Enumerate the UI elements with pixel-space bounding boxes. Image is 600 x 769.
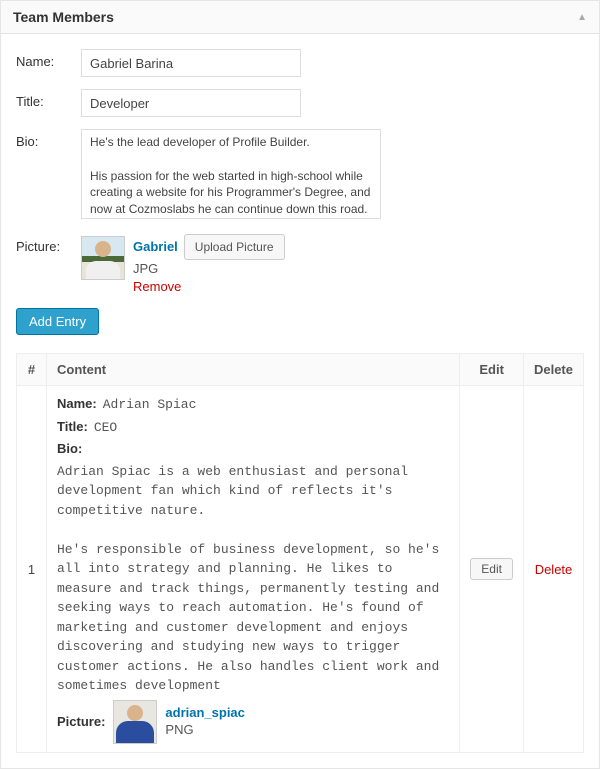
- entry-bio: Adrian Spiac is a web enthusiast and per…: [57, 462, 449, 696]
- delete-link[interactable]: Delete: [535, 562, 573, 577]
- col-content: Content: [47, 354, 460, 386]
- entry-name: Adrian Spiac: [103, 397, 197, 412]
- edit-button[interactable]: Edit: [470, 558, 513, 580]
- panel-title: Team Members: [13, 9, 114, 25]
- picture-filetype: JPG: [133, 260, 285, 278]
- remove-picture-link[interactable]: Remove: [133, 278, 285, 296]
- col-delete: Delete: [523, 354, 583, 386]
- picture-filename-link[interactable]: Gabriel: [133, 238, 178, 256]
- collapse-icon[interactable]: ▲: [577, 12, 587, 23]
- title-label: Title:: [16, 89, 81, 109]
- entry-name-label: Name:: [57, 396, 97, 411]
- add-entry-button[interactable]: Add Entry: [16, 308, 99, 335]
- name-label: Name:: [16, 49, 81, 69]
- entry-title: CEO: [94, 420, 117, 435]
- col-edit: Edit: [460, 354, 524, 386]
- entry-picture-filename-link[interactable]: adrian_spiac: [165, 705, 245, 722]
- entry-picture-label: Picture:: [57, 712, 105, 732]
- panel-header: Team Members ▲: [1, 1, 599, 34]
- table-row: 1 Name: Adrian Spiac Title: CEO Bio: Adria…: [17, 386, 584, 753]
- entry-bio-label: Bio:: [57, 441, 82, 456]
- avatar-thumbnail: [81, 236, 125, 280]
- title-input[interactable]: [81, 89, 301, 117]
- entry-avatar-thumbnail: [113, 700, 157, 744]
- col-num: #: [17, 354, 47, 386]
- entry-title-label: Title:: [57, 419, 88, 434]
- bio-label: Bio:: [16, 129, 81, 149]
- row-index: 1: [17, 386, 47, 753]
- picture-label: Picture:: [16, 234, 81, 254]
- upload-picture-button[interactable]: Upload Picture: [184, 234, 285, 260]
- bio-textarea[interactable]: [81, 129, 381, 219]
- name-input[interactable]: [81, 49, 301, 77]
- entry-picture-filetype: PNG: [165, 722, 245, 739]
